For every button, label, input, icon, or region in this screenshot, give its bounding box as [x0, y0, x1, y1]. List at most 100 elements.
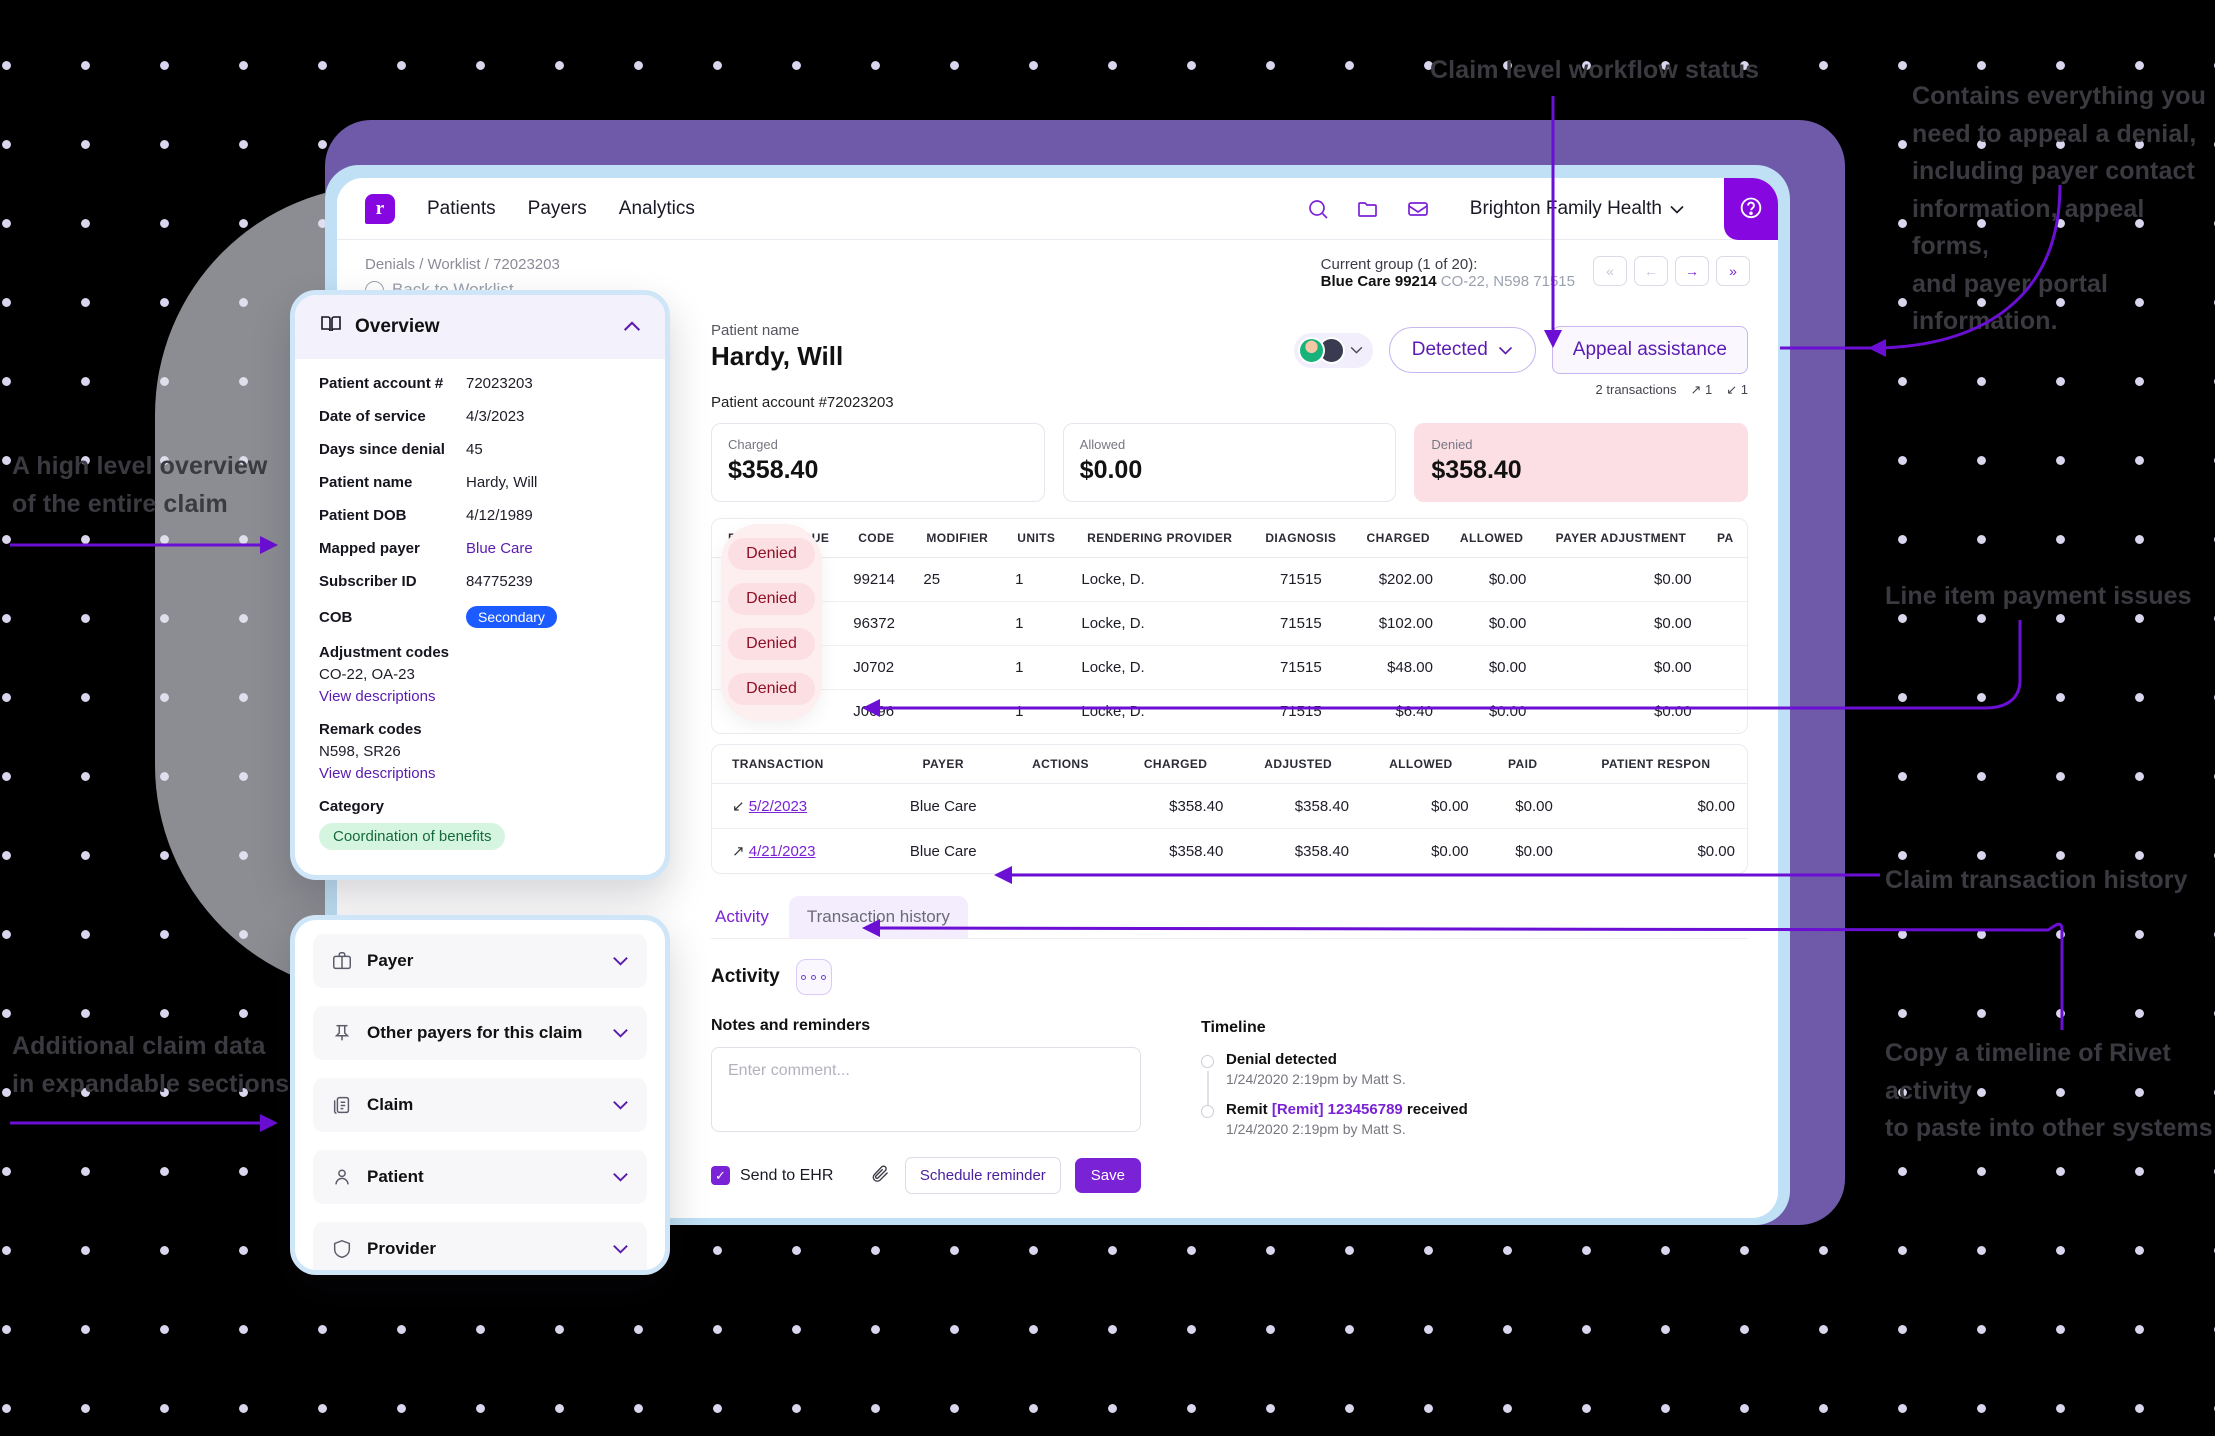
- col-transaction: TRANSACTION: [712, 745, 882, 784]
- col-units: UNITS: [1003, 519, 1070, 558]
- row-value-link[interactable]: Blue Care: [466, 540, 533, 557]
- col-modifier: MODIFIER: [911, 519, 1004, 558]
- tab-activity[interactable]: Activity: [711, 898, 773, 936]
- folder-icon[interactable]: [1354, 195, 1382, 223]
- chevron-up-icon[interactable]: [623, 316, 641, 338]
- activity-more-button[interactable]: [795, 959, 832, 995]
- annotation-expandable: Additional claim data in expandable sect…: [12, 1032, 290, 1098]
- claim-totals: Charged $358.40 Allowed $0.00 Denied $35…: [711, 423, 1749, 502]
- sidebar-item-provider[interactable]: Provider: [313, 1222, 647, 1270]
- cell-payer: Blue Care: [909, 842, 977, 860]
- row-key: Patient account #: [319, 375, 444, 392]
- nav-analytics[interactable]: Analytics: [619, 198, 695, 220]
- group-codes: CO-22, N598 71515: [1440, 273, 1575, 290]
- org-switcher[interactable]: Brighton Family Health: [1470, 198, 1684, 220]
- cell-charged: $358.40: [1169, 842, 1224, 860]
- cell-payer-adjustment: $0.00: [1538, 602, 1704, 646]
- search-icon[interactable]: [1304, 195, 1332, 223]
- remit-link[interactable]: [Remit] 123456789: [1272, 1101, 1403, 1118]
- cell-allowed: $0.00: [1488, 703, 1527, 720]
- sidebar-item-payer[interactable]: Payer: [313, 934, 647, 988]
- tab-transaction-history[interactable]: Transaction history: [788, 896, 968, 938]
- col-allowed: ALLOWED: [1444, 519, 1539, 558]
- cell-allowed: $0.00: [1444, 558, 1539, 602]
- sidebar-item-patient[interactable]: Patient: [313, 1150, 647, 1204]
- arrow-up-right-icon: ↗: [732, 843, 745, 860]
- sidebar-item-other-payers[interactable]: Other payers for this claim: [313, 1006, 647, 1060]
- schedule-reminder-button[interactable]: Schedule reminder: [904, 1157, 1061, 1194]
- col-rendering-provider: RENDERING PROVIDER: [1069, 519, 1251, 558]
- pager-prev[interactable]: ←: [1634, 256, 1668, 286]
- timeline-item: Remit [Remit] 123456789 received 1/24/20…: [1201, 1101, 1468, 1137]
- help-button[interactable]: [1724, 178, 1778, 240]
- activity-title: Activity: [711, 966, 780, 987]
- timeline-item: Denial detected 1/24/2020 2:19pm by Matt…: [1201, 1051, 1468, 1115]
- chevron-down-icon[interactable]: [612, 1095, 629, 1115]
- chevron-down-icon[interactable]: [612, 1239, 629, 1259]
- pager-next[interactable]: →: [1675, 256, 1709, 286]
- payment-issue-badge[interactable]: Denied: [728, 673, 815, 705]
- comment-input[interactable]: [711, 1047, 1141, 1132]
- group-payer: Blue Care 99214: [1320, 273, 1437, 290]
- cell-actions: [1005, 784, 1116, 829]
- status-badge: Detected: [1411, 339, 1488, 360]
- person-icon: [331, 1166, 353, 1188]
- pager-first[interactable]: «: [1593, 256, 1627, 286]
- pager-last[interactable]: »: [1716, 256, 1750, 286]
- sidebar-item-label: Payer: [367, 951, 414, 970]
- book-icon: [319, 312, 343, 342]
- chevron-down-icon[interactable]: [612, 951, 629, 971]
- cell-code: 99214: [841, 558, 912, 602]
- cell-diagnosis: 71515: [1279, 703, 1322, 720]
- line-items-table: PAYMENT ISSUE CODE MODIFIER UNITS RENDER…: [711, 518, 1748, 734]
- stat-denied: Denied $358.40: [1414, 423, 1749, 502]
- table-row: ↙ 5/2/2023 Blue Care $358.40 $358.40 $0.…: [712, 784, 1747, 829]
- cell-units: 1: [1015, 703, 1024, 720]
- remark-view-descriptions-link[interactable]: View descriptions: [319, 765, 641, 782]
- cell-patient-resp: $0.00: [1697, 842, 1735, 860]
- stat-value: $0.00: [1079, 456, 1143, 484]
- category-title: Category: [319, 798, 385, 815]
- nav-patients[interactable]: Patients: [427, 198, 496, 220]
- save-button[interactable]: Save: [1074, 1158, 1141, 1193]
- annotation-copy-timeline: Copy a timeline of Rivet activity to pas…: [1885, 1039, 2213, 1142]
- nav-payers[interactable]: Payers: [528, 198, 587, 220]
- appeal-assistance-button[interactable]: Appeal assistance: [1551, 326, 1748, 374]
- transaction-date-link[interactable]: 4/21/2023: [749, 843, 816, 860]
- row-value: 84775239: [466, 573, 533, 590]
- breadcrumb[interactable]: Denials / Worklist / 72023203: [365, 256, 560, 273]
- send-to-ehr-checkbox[interactable]: ✓: [711, 1166, 730, 1185]
- transaction-date-link[interactable]: 5/2/2023: [749, 798, 807, 815]
- overview-row-account: Patient account # 72023203: [319, 375, 641, 392]
- activity-header: Activity: [711, 959, 1748, 995]
- screenshot-stage: Claim level workflow status Contains eve…: [0, 0, 2215, 1436]
- cell-payer-adjustment: $0.00: [1538, 558, 1704, 602]
- sidebar-item-claim[interactable]: Claim: [313, 1078, 647, 1132]
- overview-card-body: Patient account # 72023203 Date of servic…: [295, 359, 665, 870]
- payment-issue-badge[interactable]: Denied: [728, 538, 815, 570]
- documents-icon: [331, 1094, 353, 1116]
- overview-card-header[interactable]: Overview: [295, 295, 665, 359]
- group-line1: Current group (1 of 20):: [1320, 256, 1478, 273]
- cell-modifier: [911, 690, 1003, 733]
- attachment-icon[interactable]: [870, 1163, 891, 1189]
- rivet-logo[interactable]: r: [365, 193, 395, 224]
- line-items-table-wrap: PAYMENT ISSUE CODE MODIFIER UNITS RENDER…: [711, 502, 1748, 734]
- transaction-count: 2 transactions: [1595, 382, 1677, 397]
- adjustment-view-descriptions-link[interactable]: View descriptions: [319, 688, 641, 705]
- payment-issue-badge[interactable]: Denied: [728, 628, 815, 660]
- notes-title: Notes and reminders: [711, 1017, 871, 1034]
- overview-row-payer: Mapped payer Blue Care: [319, 540, 641, 557]
- top-navigation: r Patients Payers Analytics Brighton Fam…: [337, 178, 1778, 240]
- payment-issue-badge[interactable]: Denied: [728, 583, 815, 615]
- page-title: Hardy, Will: [711, 341, 844, 371]
- chevron-down-icon[interactable]: [612, 1023, 629, 1043]
- row-value: 4/3/2023: [466, 408, 525, 425]
- table-header-row: PAYMENT ISSUE CODE MODIFIER UNITS RENDER…: [712, 519, 1747, 558]
- assignee-avatars[interactable]: [1293, 332, 1373, 368]
- col-payer: PAYER: [881, 745, 1006, 784]
- cell-units: 1: [1003, 646, 1070, 690]
- inbox-icon[interactable]: [1404, 195, 1432, 223]
- chevron-down-icon[interactable]: [612, 1167, 629, 1187]
- status-dropdown[interactable]: Detected: [1388, 327, 1536, 373]
